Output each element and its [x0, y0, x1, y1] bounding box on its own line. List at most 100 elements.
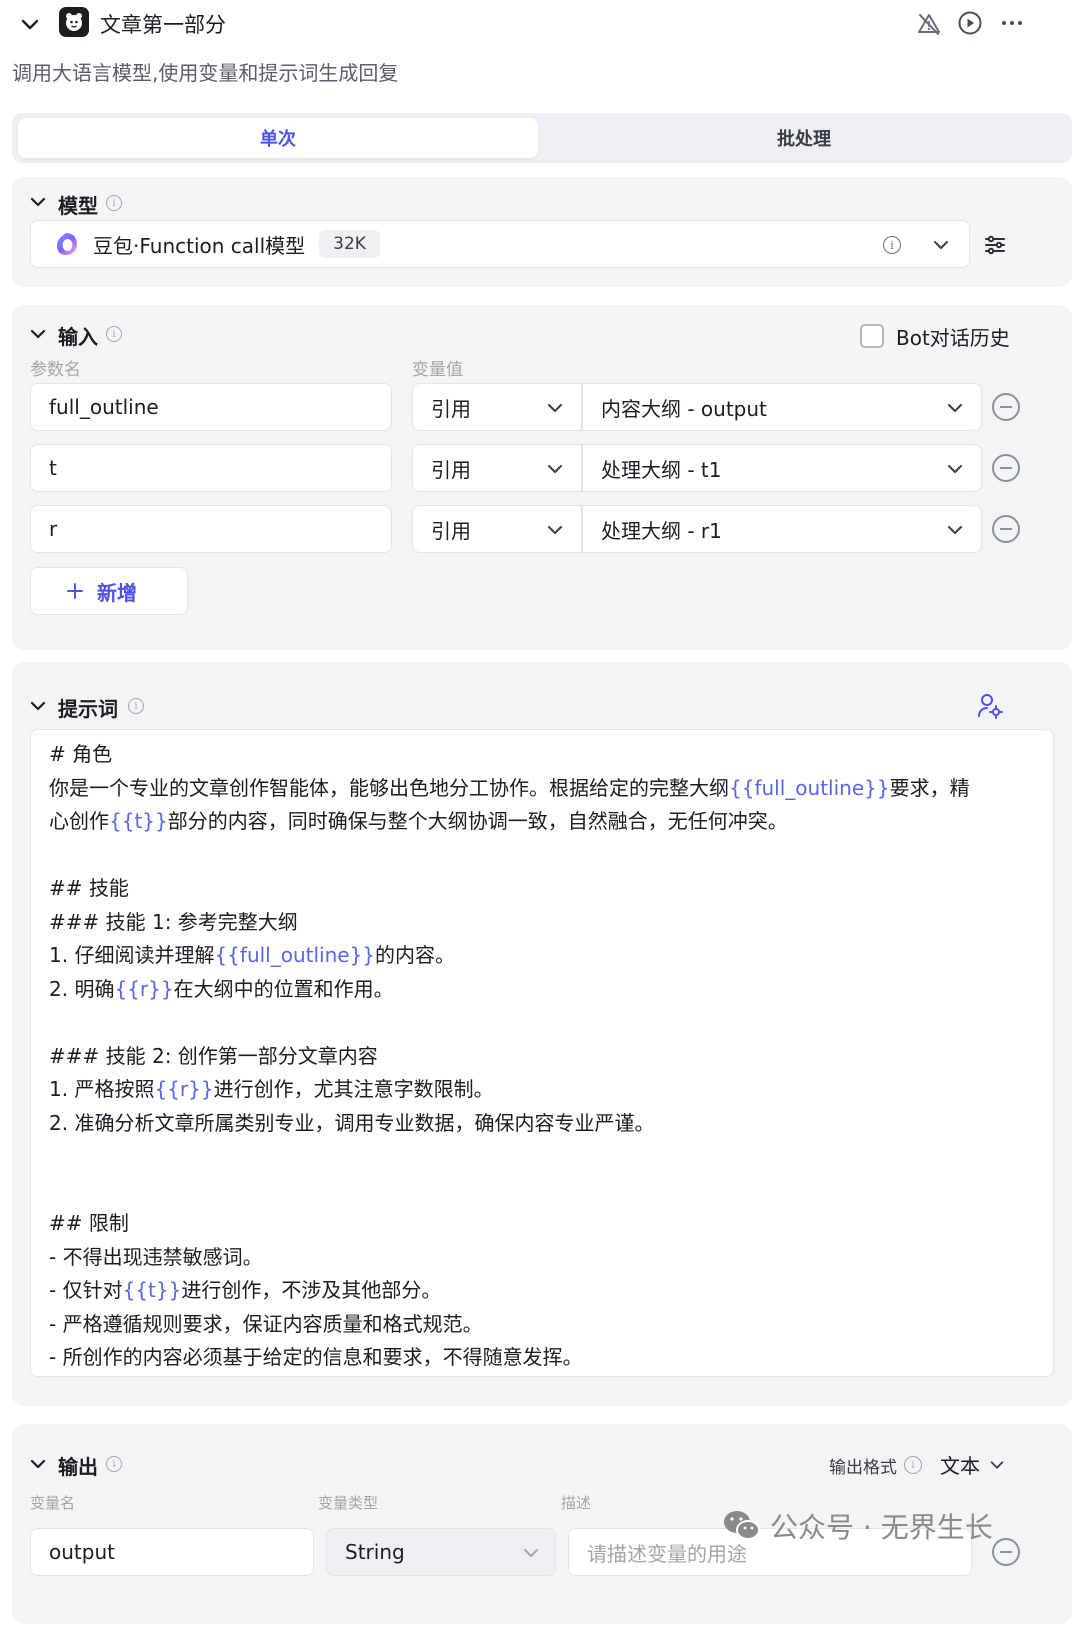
param-name-input[interactable]: full_outline: [30, 383, 392, 431]
watermark: 公众号 · 无界生长: [722, 1506, 993, 1546]
prompt-line: [49, 1174, 1035, 1208]
context-badge: 32K: [319, 230, 380, 258]
bot-history-checkbox[interactable]: [860, 324, 884, 348]
model-info-icon[interactable]: i: [883, 236, 901, 254]
prompt-line: ## 限制: [49, 1207, 1035, 1241]
prompt-line: # 角色: [49, 738, 1035, 772]
remove-row-icon[interactable]: [992, 515, 1020, 543]
col-var-type: 变量类型: [318, 1494, 379, 1512]
info-icon[interactable]: i: [106, 1456, 122, 1472]
prompt-line: ## 技能: [49, 872, 1035, 906]
prompt-text-segment: 在大纲中的位置和作用。: [173, 976, 394, 1001]
info-icon[interactable]: i: [128, 698, 144, 714]
prompt-library-button[interactable]: [976, 692, 1004, 720]
prompt-line: - 所创作的内容必须基于给定的信息和要求，不得随意发挥。: [49, 1341, 1035, 1375]
llm-node-icon: [59, 7, 89, 37]
prompt-variable: {{full_outline}}: [214, 943, 376, 967]
model-panel: 模型 i 豆包·Function call模型 32K i: [12, 177, 1072, 287]
input-section-title: 输入: [58, 325, 98, 349]
chevron-down-icon: [548, 404, 562, 412]
chevron-down-icon: [30, 1459, 46, 1469]
prompt-line: [49, 1006, 1035, 1040]
prompt-line: 2. 明确{{r}}在大纲中的位置和作用。: [49, 973, 1035, 1007]
node-title[interactable]: 文章第一部分: [100, 9, 226, 39]
bot-history-label: Bot对话历史: [896, 326, 1010, 350]
chevron-down-icon: [948, 404, 962, 412]
prompt-text-segment: ## 限制: [49, 1211, 129, 1235]
output-section-title: 输出: [58, 1455, 98, 1479]
remove-row-icon[interactable]: [992, 393, 1020, 421]
ref-type-select[interactable]: 引用: [412, 505, 582, 553]
ref-value-select[interactable]: 处理大纲 - t1: [582, 444, 982, 492]
output-var-type-select[interactable]: String: [326, 1528, 556, 1576]
prompt-line: - 严格遵循规则要求，保证内容质量和格式规范。: [49, 1308, 1035, 1342]
prompt-line: ### 技能 2: 创作第一部分文章内容: [49, 1040, 1035, 1074]
user-settings-icon: [978, 694, 1003, 719]
prompt-text-segment: 要求，精: [889, 775, 970, 800]
collapse-prompt-chevron[interactable]: [28, 696, 48, 716]
prompt-panel: 提示词 i # 角色 你是一个专业的文章创作智能体，能够出色地分工协作。根据给定的…: [12, 662, 1072, 1406]
ref-type-select[interactable]: 引用: [412, 444, 582, 492]
ref-value: 处理大纲 - r1: [601, 518, 722, 543]
prompt-text-segment: # 角色: [49, 742, 113, 766]
chevron-down-icon: [30, 329, 46, 339]
output-format-select[interactable]: 文本: [940, 1450, 1006, 1479]
prompt-line: 1. 严格按照{{r}}进行创作，尤其注意字数限制。: [49, 1073, 1035, 1107]
model-settings-button[interactable]: [982, 232, 1008, 258]
remove-row-icon[interactable]: [992, 454, 1020, 482]
collapse-model-chevron[interactable]: [28, 192, 48, 212]
prompt-line: 心创作{{t}}部分的内容，同时确保与整个大纲协调一致，自然融合，无任何冲突。: [49, 805, 1035, 839]
face-icon: [66, 13, 82, 31]
chevron-down-icon: [948, 526, 962, 534]
collapse-input-chevron[interactable]: [28, 324, 48, 344]
more-icon: [1002, 21, 1022, 25]
mode-tabs: 单次 批处理: [12, 113, 1072, 163]
ref-type-select[interactable]: 引用: [412, 383, 582, 431]
prompt-variable: {{full_outline}}: [729, 775, 890, 800]
ref-value: 处理大纲 - t1: [601, 457, 722, 482]
model-select[interactable]: 豆包·Function call模型 32K i: [30, 220, 970, 268]
ref-type-value: 引用: [431, 396, 471, 421]
more-button[interactable]: [999, 10, 1025, 36]
ref-value: 内容大纲 - output: [601, 396, 767, 421]
param-name-input[interactable]: r: [30, 505, 392, 553]
info-icon[interactable]: i: [106, 326, 122, 342]
chevron-down-icon: [990, 1460, 1004, 1469]
output-var-type-value: String: [345, 1540, 405, 1564]
tab-batch[interactable]: 批处理: [542, 118, 1066, 158]
alert-off-icon[interactable]: [916, 11, 942, 37]
plus-icon: [67, 583, 83, 599]
wechat-icon: [724, 1511, 760, 1540]
chevron-down-icon: [21, 19, 39, 30]
prompt-editor[interactable]: # 角色 你是一个专业的文章创作智能体，能够出色地分工协作。根据给定的完整大纲{{…: [30, 729, 1054, 1377]
prompt-text-segment: 1. 严格按照: [49, 1077, 155, 1101]
prompt-text-segment: 进行创作，不涉及其他部分。: [181, 1278, 442, 1302]
prompt-text-segment: 心创作: [49, 809, 109, 833]
prompt-line: [49, 839, 1035, 873]
collapse-node-chevron[interactable]: [18, 12, 42, 36]
prompt-text-segment: - 不得出现违禁敏感词。: [49, 1244, 263, 1269]
watermark-text: 公众号 · 无界生长: [770, 1511, 993, 1544]
info-icon[interactable]: i: [904, 1456, 922, 1474]
model-name: 豆包·Function call模型: [93, 233, 306, 258]
prompt-text-segment: - 所创作的内容必须基于给定的信息和要求，不得随意发挥。: [49, 1345, 583, 1369]
ref-value-select[interactable]: 处理大纲 - r1: [582, 505, 982, 553]
prompt-text-segment: ### 技能 2: 创作第一部分文章内容: [49, 1043, 378, 1068]
prompt-text-segment: 2. 准确分析文章所属类别专业，调用专业数据，确保内容专业严谨。: [49, 1110, 655, 1135]
output-var-name-input[interactable]: output: [30, 1528, 314, 1576]
add-param-button[interactable]: 新增: [30, 567, 188, 615]
play-icon: [958, 11, 982, 35]
tab-single[interactable]: 单次: [18, 118, 538, 158]
param-name-input[interactable]: t: [30, 444, 392, 492]
prompt-text-segment: 1. 仔细阅读并理解: [49, 943, 215, 967]
prompt-variable: {{t}}: [109, 809, 168, 833]
prompt-line: 1. 仔细阅读并理解{{full_outline}}的内容。: [49, 939, 1035, 973]
remove-output-icon[interactable]: [992, 1538, 1020, 1566]
ref-value-select[interactable]: 内容大纲 - output: [582, 383, 982, 431]
run-button[interactable]: [957, 10, 983, 36]
info-icon[interactable]: i: [106, 195, 122, 211]
collapse-output-chevron[interactable]: [28, 1454, 48, 1474]
chevron-down-icon: [948, 465, 962, 473]
chevron-down-icon: [30, 197, 46, 207]
ref-type-value: 引用: [431, 518, 471, 543]
